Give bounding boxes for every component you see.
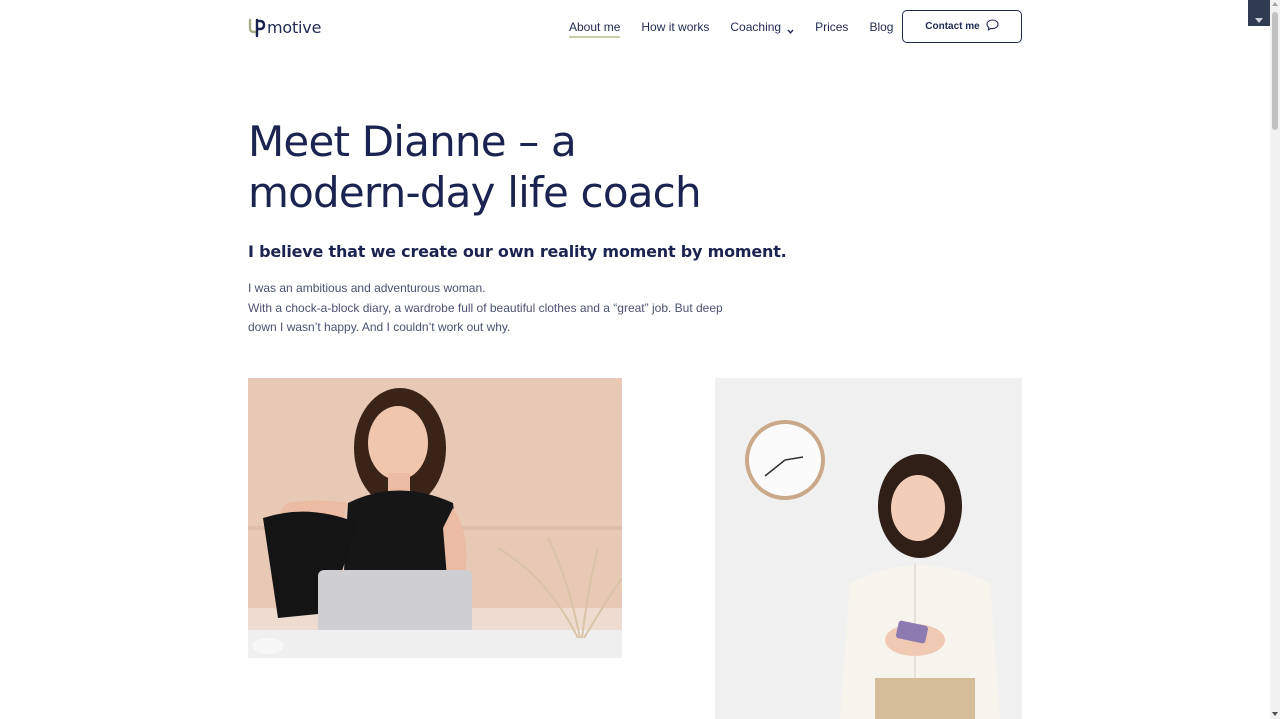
page-title: Meet Dianne – a modern-day life coach [248,116,808,218]
title-line-1: Meet Dianne – a [248,117,577,166]
nav-item-label: Coaching [730,20,782,34]
main-nav: About me How it works Coaching Prices Bl… [569,0,914,54]
woman-with-phone-photo [715,378,1022,719]
logo[interactable]: motive [248,16,321,38]
nav-item-label: How it works [641,20,710,34]
nav-item-coaching[interactable]: Coaching [730,0,794,54]
title-line-2: modern-day life coach [248,168,702,217]
caret-down-icon [1255,10,1263,28]
nav-item-how-it-works[interactable]: How it works [641,0,709,54]
corner-dropdown-toggle[interactable] [1248,0,1270,26]
scroll-down-icon[interactable] [1272,712,1278,716]
page-scrollbar[interactable] [1270,0,1280,719]
scroll-thumb[interactable] [1272,12,1278,130]
page-subtitle: I believe that we create our own reality… [248,242,787,261]
nav-item-prices[interactable]: Prices [815,0,848,54]
intro-line-1: I was an ambitious and adventurous woman… [248,281,486,295]
woman-with-laptop-photo [248,378,622,658]
site-header: motive About me How it works Coaching Pr… [248,0,1022,54]
intro-line-2: With a chock-a-block diary, a wardrobe f… [248,300,723,335]
logo-mark-icon [248,17,266,38]
chevron-down-icon [787,24,794,34]
nav-item-about-me[interactable]: About me [569,0,621,54]
nav-item-label: Blog [869,20,894,34]
contact-button-label: Contact me [925,21,980,32]
intro-paragraph: I was an ambitious and adventurous woman… [248,279,748,338]
nav-item-label: About me [569,20,621,34]
chat-bubble-icon [980,19,999,34]
nav-item-blog[interactable]: Blog [869,0,893,54]
nav-item-label: Prices [815,20,849,34]
scroll-up-icon[interactable] [1272,2,1278,6]
logo-text: motive [267,17,322,37]
contact-me-button[interactable]: Contact me [902,10,1022,43]
